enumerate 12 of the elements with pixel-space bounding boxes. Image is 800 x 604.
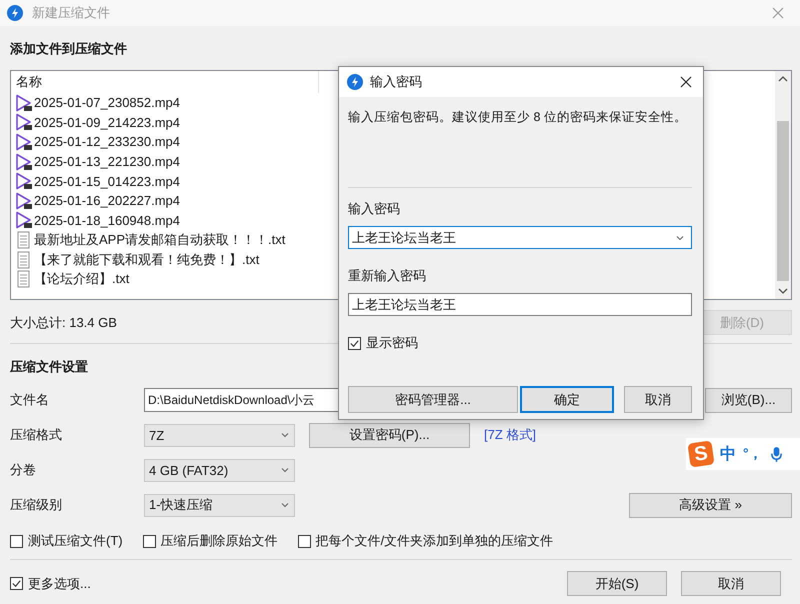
field-label: 压缩级别 xyxy=(10,496,63,514)
field-label: 分卷 xyxy=(10,461,37,479)
dialog-description: 输入压缩包密码。建议使用至少 8 位的密码来保证安全性。 xyxy=(348,109,688,125)
section-heading: 压缩文件设置 xyxy=(10,358,89,376)
dialog-title: 输入密码 xyxy=(370,73,422,91)
total-size-label: 大小总计: 13.4 GB xyxy=(10,314,117,332)
section-heading: 添加文件到压缩文件 xyxy=(10,40,128,58)
field-label: 文件名 xyxy=(10,391,50,409)
field-label: 输入密码 xyxy=(348,200,401,216)
field-label: 压缩格式 xyxy=(10,426,63,444)
field-label: 重新输入密码 xyxy=(348,267,427,283)
window-title: 新建压缩文件 xyxy=(32,4,110,22)
